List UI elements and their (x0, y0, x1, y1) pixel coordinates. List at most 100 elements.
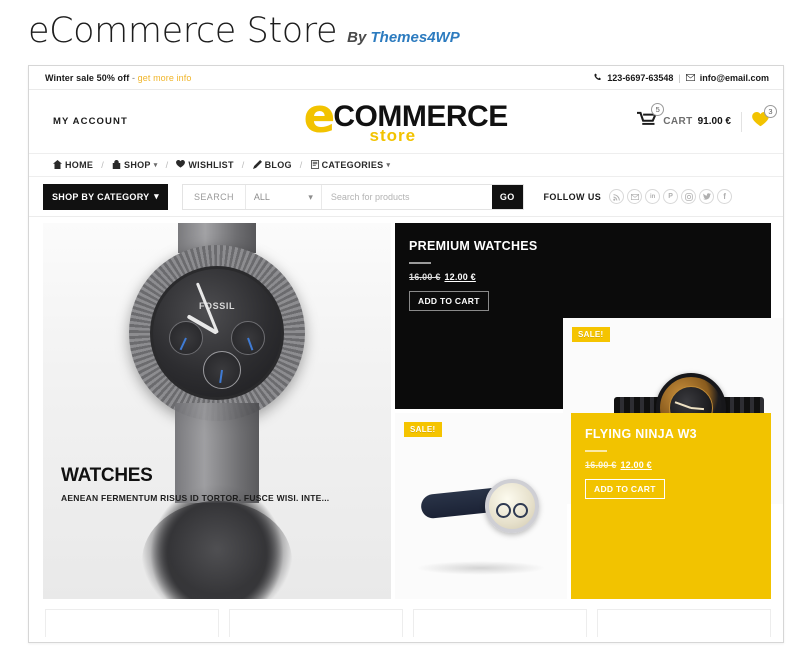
price-original: 16.00 € (409, 272, 441, 282)
announcement-text: Winter sale 50% off - get more info (45, 73, 191, 83)
product-search-group: SEARCH ALL ▾ Search for products GO (182, 183, 524, 210)
product-grid-row (29, 599, 783, 637)
chevron-down-icon: ▾ (386, 162, 391, 169)
instagram-icon[interactable] (681, 189, 697, 204)
promo-divider (409, 262, 431, 264)
product-tile-blue-watch[interactable]: SALE! (395, 413, 567, 599)
announcement-link[interactable]: get more info (138, 73, 192, 83)
watch-subdial-right (231, 321, 265, 355)
header-divider (741, 111, 742, 132)
nav-separator: / (165, 160, 169, 170)
page-title: eCommerce Store (28, 11, 338, 51)
logo-commerce-text: COMMERCE (333, 99, 508, 133)
page-byline: By Themes4WP (347, 29, 460, 46)
page-header: eCommerce Store By Themes4WP (0, 0, 800, 59)
watch-case: FOSSIL (129, 245, 305, 421)
email-address[interactable]: info@email.com (700, 73, 769, 83)
nav-label-categories: CATEGORIES (321, 160, 384, 170)
search-toolbar: SHOP BY CATEGORY ▾ SEARCH ALL ▾ Search f… (29, 177, 783, 217)
nav-separator: / (241, 160, 245, 170)
product-card[interactable] (413, 609, 587, 637)
pencil-icon (252, 159, 262, 171)
my-account-link[interactable]: MY ACCOUNT (53, 116, 263, 127)
watch-subdial-b (513, 502, 528, 518)
sale-badge: SALE! (572, 327, 610, 342)
nav-label-home: HOME (65, 160, 94, 170)
announcement-bar: Winter sale 50% off - get more info 123-… (29, 66, 783, 90)
announcement-dash: - (129, 72, 138, 83)
search-go-button[interactable]: GO (491, 184, 523, 209)
search-label: SEARCH (183, 184, 246, 209)
cart-button[interactable]: 5 CART 91.00 € (637, 103, 731, 132)
sale-badge: SALE! (404, 422, 442, 437)
watch-case (485, 478, 539, 533)
masthead: MY ACCOUNT e COMMERCE store 5 CART 91.00… (29, 90, 783, 153)
add-to-cart-button[interactable]: ADD TO CART (585, 479, 665, 499)
promo-divider (585, 450, 607, 452)
byline-brand-link[interactable]: Themes4WP (371, 29, 460, 46)
chevron-down-icon: ▾ (154, 191, 159, 201)
cart-count-badge: 5 (651, 103, 665, 116)
search-category-value: ALL (253, 191, 270, 202)
promo-title: FLYING NINJA W3 (585, 427, 697, 441)
promo-price: 16.00 €12.00 € (585, 460, 771, 470)
logo-store-text: store (369, 125, 417, 145)
promo-price: 16.00 €12.00 € (409, 272, 771, 282)
pinterest-icon[interactable]: P (663, 189, 679, 204)
header-actions: 5 CART 91.00 € 3 (584, 103, 777, 132)
nav-label-shop: SHOP (124, 160, 151, 170)
hero-title: WATCHES (61, 465, 153, 486)
main-navigation: HOME / SHOP ▾ / WISHLIST / BLOG / CATEGO… (29, 153, 783, 177)
watch-subdial-bottom (203, 351, 241, 389)
nav-separator: / (101, 160, 105, 170)
watch-reflection (142, 501, 292, 599)
rss-icon[interactable] (609, 189, 625, 204)
linkedin-icon[interactable]: in (645, 189, 661, 204)
phone-icon (594, 73, 602, 83)
nav-item-wishlist[interactable]: WISHLIST (176, 160, 233, 170)
wishlist-button[interactable]: 3 (752, 104, 777, 132)
nav-separator: / (299, 160, 303, 170)
facebook-icon[interactable]: f (717, 189, 733, 204)
announcement-headline: Winter sale 50% off (45, 72, 130, 83)
watch-subdial-a (496, 502, 511, 518)
email-icon[interactable] (627, 189, 643, 204)
nav-item-home[interactable]: HOME (53, 159, 94, 171)
nav-item-shop[interactable]: SHOP ▾ (112, 159, 158, 171)
contact-separator: | (678, 72, 681, 83)
follow-us-block: FOLLOW US in P f (544, 189, 733, 204)
document-icon (310, 159, 319, 171)
site-preview-frame: Winter sale 50% off - get more info 123-… (28, 65, 784, 643)
hero-caption: WATCHES AENEAN FERMENTUM RISUS ID TORTOR… (61, 465, 329, 503)
product-card[interactable] (229, 609, 403, 637)
wishlist-count-badge: 3 (764, 104, 777, 118)
twitter-icon[interactable] (699, 189, 715, 204)
follow-us-label: FOLLOW US (543, 191, 602, 202)
promo-showcase-grid: FOSSIL WATCHES AENEAN FERMENTUM RISUS ID… (29, 217, 783, 599)
search-category-select[interactable]: ALL ▾ (246, 184, 322, 209)
nav-label-blog: BLOG (264, 160, 292, 170)
blue-strap-watch-photo (419, 475, 543, 545)
shop-by-category-dropdown[interactable]: SHOP BY CATEGORY ▾ (43, 183, 168, 210)
price-sale: 12.00 € (444, 272, 476, 282)
watch-face: FOSSIL (150, 266, 284, 400)
price-original: 16.00 € (585, 460, 617, 470)
phone-number[interactable]: 123-6697-63548 (607, 73, 673, 83)
product-card[interactable] (45, 609, 219, 637)
nav-item-categories[interactable]: CATEGORIES ▾ (310, 159, 391, 171)
envelope-icon (685, 73, 695, 83)
photo-shadow (416, 561, 546, 575)
product-card[interactable] (597, 609, 771, 637)
hero-banner[interactable]: FOSSIL WATCHES AENEAN FERMENTUM RISUS ID… (43, 223, 391, 599)
nav-label-wishlist: WISHLIST (188, 160, 234, 170)
search-input[interactable]: Search for products (322, 185, 492, 209)
contact-info: 123-6697-63548 | info@email.com (594, 73, 769, 83)
add-to-cart-button[interactable]: ADD TO CART (409, 291, 489, 311)
social-links: in P f (609, 189, 733, 204)
home-icon (53, 159, 62, 171)
site-logo[interactable]: e COMMERCE store (304, 93, 544, 145)
hero-watch-photo: FOSSIL (43, 223, 391, 599)
shopping-bag-icon (112, 159, 121, 171)
nav-item-blog[interactable]: BLOG (252, 159, 292, 171)
promo-card-flying-ninja[interactable]: FLYING NINJA W3 16.00 €12.00 € ADD TO CA… (571, 413, 771, 599)
